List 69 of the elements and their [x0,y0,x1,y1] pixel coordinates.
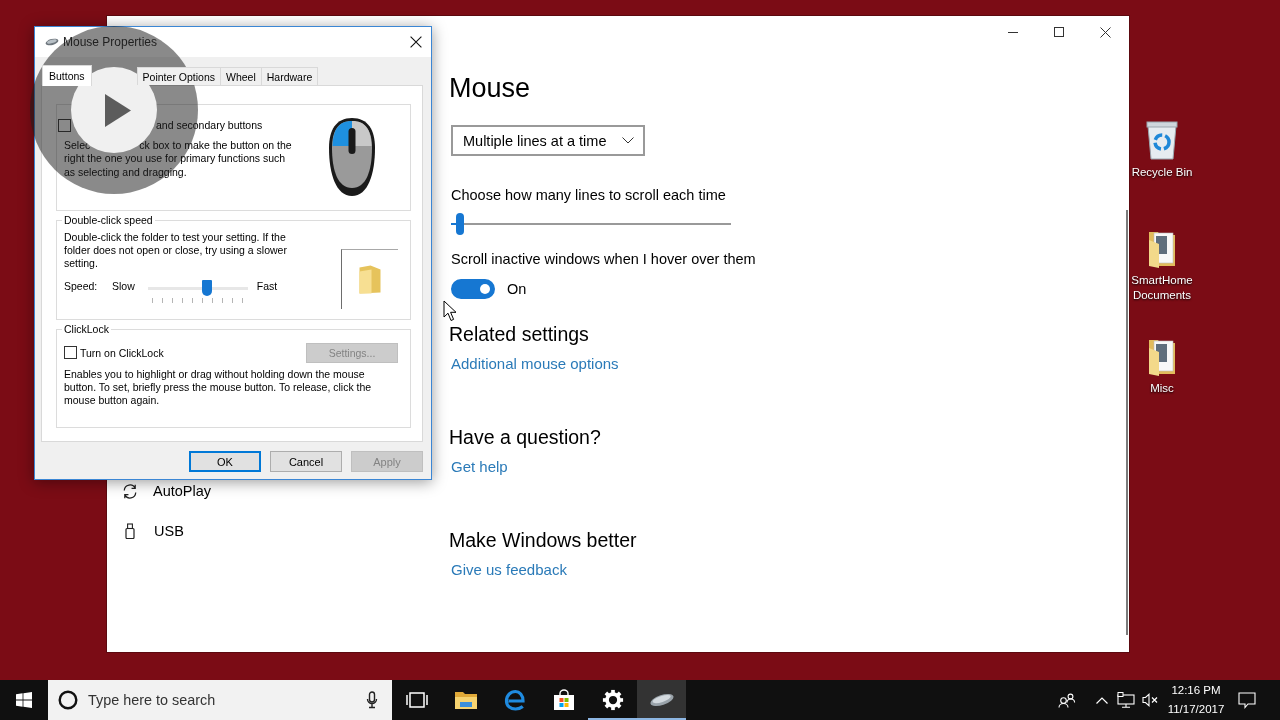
usb-icon [125,523,135,539]
mouse-pointer-icon [443,300,457,322]
checkbox-label[interactable]: and secondary buttons [156,119,263,131]
tab[interactable]: Buttons [42,65,92,86]
recycle-bin-icon[interactable] [1145,120,1179,160]
group-title: ClickLock [62,323,111,336]
network-icon[interactable] [1117,692,1135,708]
close-icon[interactable] [410,36,422,48]
setting-label: Choose how many lines to scroll each time [451,186,726,205]
toggle-switch[interactable] [451,279,495,299]
ring-icon[interactable] [58,690,78,710]
dialog-button[interactable]: Cancel [270,451,342,472]
maximize-icon[interactable] [1054,27,1064,37]
dialog-title: Mouse Properties [63,35,158,49]
checkbox[interactable] [58,118,71,132]
dropdown[interactable]: Multiple lines at a time [451,125,645,156]
gear-icon[interactable] [601,689,624,711]
mouse-icon[interactable] [648,692,675,708]
description-text: Double-click the folder to test your setting. If the folder does not open or close, try using a slower setting. [64,231,288,270]
browser-icon[interactable] [503,689,526,711]
description-text: right the one you use for primary functions such [64,152,286,166]
taskbar-button[interactable] [637,680,686,720]
chevron-up-icon[interactable] [1096,696,1108,704]
chevron-down-icon[interactable] [622,137,634,144]
checkbox[interactable] [64,346,77,359]
desktop-icon-label[interactable]: Recycle Bin [1131,165,1193,180]
clock-time[interactable]: 12:16 PM [1171,681,1221,700]
windows-logo-icon[interactable] [16,692,32,708]
section-heading: Related settings [449,322,589,347]
link[interactable]: Give us feedback [451,560,567,580]
speaker-muted-icon[interactable] [1141,693,1159,707]
slider-thumb[interactable] [456,213,465,235]
folder-icon[interactable] [453,690,478,710]
desktop-icon-label[interactable]: Misc [1150,381,1174,396]
link[interactable]: Additional mouse options [451,354,619,374]
tab[interactable]: Hardware [260,67,319,85]
page-title: Mouse [449,72,531,105]
desktop-icon-label[interactable]: SmartHome Documents [1130,273,1194,303]
slider-thumb[interactable] [201,280,212,296]
task-view-icon[interactable] [405,691,428,709]
description-text: Enables you to highlight or drag without holding down the mouse button. To set, briefly press the mouse button. To release, click the mouse button again. [63,368,373,407]
checkbox-label[interactable]: Turn on ClickLock [80,346,164,359]
close-icon[interactable] [1099,26,1111,38]
search-field[interactable]: Type here to search [88,692,366,708]
dialog-button[interactable]: OK [189,451,261,472]
scrollbar[interactable] [1126,210,1128,635]
section-heading: Make Windows better [449,528,637,553]
search-box[interactable]: Type here to search [48,680,392,720]
slow-label: Slow [112,279,135,294]
shopping-bag-icon[interactable] [552,689,575,711]
notification-icon[interactable] [1238,691,1256,709]
autoplay-icon [123,483,137,499]
tab[interactable]: Pointer Options [136,67,221,85]
description-text: Selec [64,139,91,153]
fast-label: Fast [256,279,278,294]
group-title: Double-click speed [62,214,155,227]
clock-date[interactable]: 11/17/2017 [1167,700,1225,719]
link[interactable]: Get help [451,457,508,477]
description-text: ck box to make the button on the [139,139,292,153]
sidebar-item[interactable]: USB [107,511,449,551]
sidebar-item[interactable]: AutoPlay [107,471,449,511]
section-heading: Have a question? [449,425,601,450]
people-icon[interactable] [1058,692,1076,708]
microphone-icon[interactable] [366,691,378,709]
setting-label: Scroll inactive windows when I hover over them [451,250,756,269]
mouse-icon [45,38,59,46]
minimize-icon[interactable] [1008,31,1018,33]
speed-label: Speed: [64,279,99,294]
toggle-state-label: On [507,281,527,297]
